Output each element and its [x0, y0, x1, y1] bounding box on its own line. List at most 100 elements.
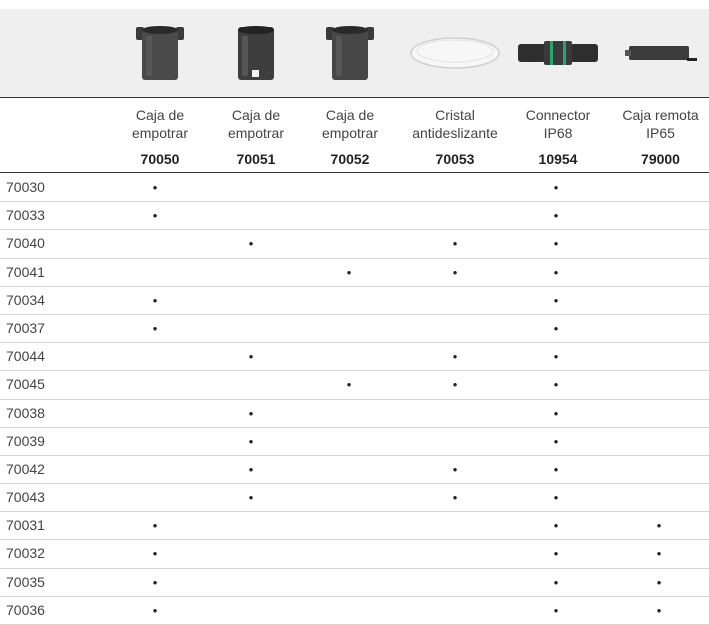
- recessed-box-cylinder-icon: [238, 26, 274, 80]
- product-code: 70052: [330, 151, 370, 167]
- remote-box-icon: [624, 46, 697, 61]
- table-row: 70031 • • •: [0, 512, 709, 541]
- table-row: 70044 • • •: [0, 343, 709, 372]
- compatibility-mark: •: [452, 490, 458, 506]
- compatibility-mark: •: [553, 602, 559, 618]
- table-row: 70043 • • •: [0, 484, 709, 513]
- product-code: 70053: [435, 151, 475, 167]
- row-model-code: 70044: [6, 348, 45, 365]
- row-model-code: 70033: [6, 207, 45, 224]
- row-model-code: 70040: [6, 235, 45, 252]
- column-header-10954: Connector IP68 10954: [512, 98, 604, 173]
- table-row: 70042 • • •: [0, 456, 709, 485]
- header-divider: [0, 172, 709, 173]
- compatibility-mark: •: [553, 320, 559, 336]
- compatibility-mark: •: [346, 264, 352, 280]
- compatibility-mark: •: [553, 574, 559, 590]
- product-code: 79000: [641, 151, 680, 167]
- compatibility-mark: •: [248, 490, 254, 506]
- compatibility-mark: •: [248, 349, 254, 365]
- compatibility-mark: •: [452, 349, 458, 365]
- compatibility-mark: •: [152, 292, 158, 308]
- table-row: 70037 • •: [0, 315, 709, 344]
- table-row: 70035 • • •: [0, 569, 709, 597]
- product-70053-image: [402, 9, 508, 97]
- compatibility-mark: •: [553, 292, 559, 308]
- compatibility-mark: •: [553, 461, 559, 477]
- compatibility-mark: •: [152, 574, 158, 590]
- compatibility-mark: •: [152, 208, 158, 224]
- product-10954-image: [512, 9, 604, 97]
- compatibility-mark: •: [553, 377, 559, 393]
- compatibility-mark: •: [553, 349, 559, 365]
- product-name: Caja de empotrar: [321, 107, 379, 141]
- product-70051-image: [210, 9, 302, 97]
- compatibility-mark: •: [553, 236, 559, 252]
- row-model-code: 70043: [6, 489, 45, 506]
- recessed-box-cylinder-icon: [326, 26, 374, 80]
- compatibility-mark: •: [553, 208, 559, 224]
- compatibility-mark: •: [553, 433, 559, 449]
- product-name: Caja remota IP65: [622, 107, 699, 141]
- row-model-code: 70041: [6, 263, 45, 280]
- table-row: 70041 • • •: [0, 259, 709, 287]
- product-code: 70051: [236, 151, 276, 167]
- row-model-code: 70045: [6, 376, 45, 393]
- compatibility-mark: •: [553, 264, 559, 280]
- table-row: 70032 • • •: [0, 540, 709, 569]
- column-header-70052: Caja de empotrar 70052: [304, 98, 396, 173]
- product-79000-image: [612, 9, 709, 97]
- table-row: 70038 • •: [0, 400, 709, 428]
- compatibility-mark: •: [152, 602, 158, 618]
- table-row: 70030 • •: [0, 174, 709, 203]
- table-row: 70033 • •: [0, 202, 709, 231]
- compatibility-mark: •: [452, 264, 458, 280]
- product-name: Caja de empotrar: [131, 107, 189, 141]
- compatibility-mark: •: [553, 518, 559, 534]
- product-image-band: [0, 9, 709, 98]
- recessed-box-cylinder-icon: [136, 26, 184, 80]
- product-name: Caja de empotrar: [227, 107, 285, 141]
- compatibility-mark: •: [248, 405, 254, 421]
- column-header-70053: Cristal antideslizante 70053: [398, 98, 512, 173]
- column-header-row: Caja de empotrar 70050 Caja de empotrar …: [0, 98, 709, 173]
- product-70052-image: [304, 9, 396, 97]
- product-code: 70050: [140, 151, 180, 167]
- row-model-code: 70037: [6, 319, 45, 336]
- compatibility-mark: •: [152, 180, 158, 195]
- compatibility-mark: •: [452, 236, 458, 252]
- compatibility-mark: •: [656, 602, 662, 618]
- table-row: 70036 • • •: [0, 597, 709, 625]
- table-body: 70030 • • 70033 • • 70040 • • • 70041 • • • 70034 • • 700…: [0, 174, 709, 625]
- column-header-70050: Caja de empotrar 70050: [114, 98, 206, 173]
- table-row: 70039 • •: [0, 428, 709, 456]
- product-name: Connector IP68: [525, 107, 591, 141]
- table-row: 70040 • • •: [0, 230, 709, 259]
- row-model-code: 70038: [6, 404, 45, 421]
- compatibility-mark: •: [553, 546, 559, 562]
- compatibility-mark: •: [656, 546, 662, 562]
- row-model-code: 70030: [6, 179, 45, 195]
- connector-icon: [518, 41, 598, 65]
- compatibility-mark: •: [452, 461, 458, 477]
- compatibility-mark: •: [656, 574, 662, 590]
- compatibility-mark: •: [152, 546, 158, 562]
- compatibility-mark: •: [553, 405, 559, 421]
- compatibility-mark: •: [553, 180, 559, 195]
- column-header-79000: Caja remota IP65 79000: [612, 98, 709, 173]
- compatibility-mark: •: [248, 433, 254, 449]
- row-model-code: 70034: [6, 291, 45, 308]
- row-model-code: 70031: [6, 517, 45, 534]
- compatibility-mark: •: [346, 377, 352, 393]
- table-row: 70045 • • •: [0, 371, 709, 400]
- row-model-code: 70036: [6, 601, 45, 618]
- compatibility-mark: •: [553, 490, 559, 506]
- product-name: Cristal antideslizante: [412, 107, 498, 141]
- compatibility-mark: •: [452, 377, 458, 393]
- product-code: 10954: [538, 151, 578, 167]
- row-model-code: 70035: [6, 573, 45, 590]
- column-header-70051: Caja de empotrar 70051: [210, 98, 302, 173]
- row-model-code: 70032: [6, 545, 45, 562]
- glass-disc-icon: [410, 37, 500, 69]
- product-70050-image: [114, 9, 206, 97]
